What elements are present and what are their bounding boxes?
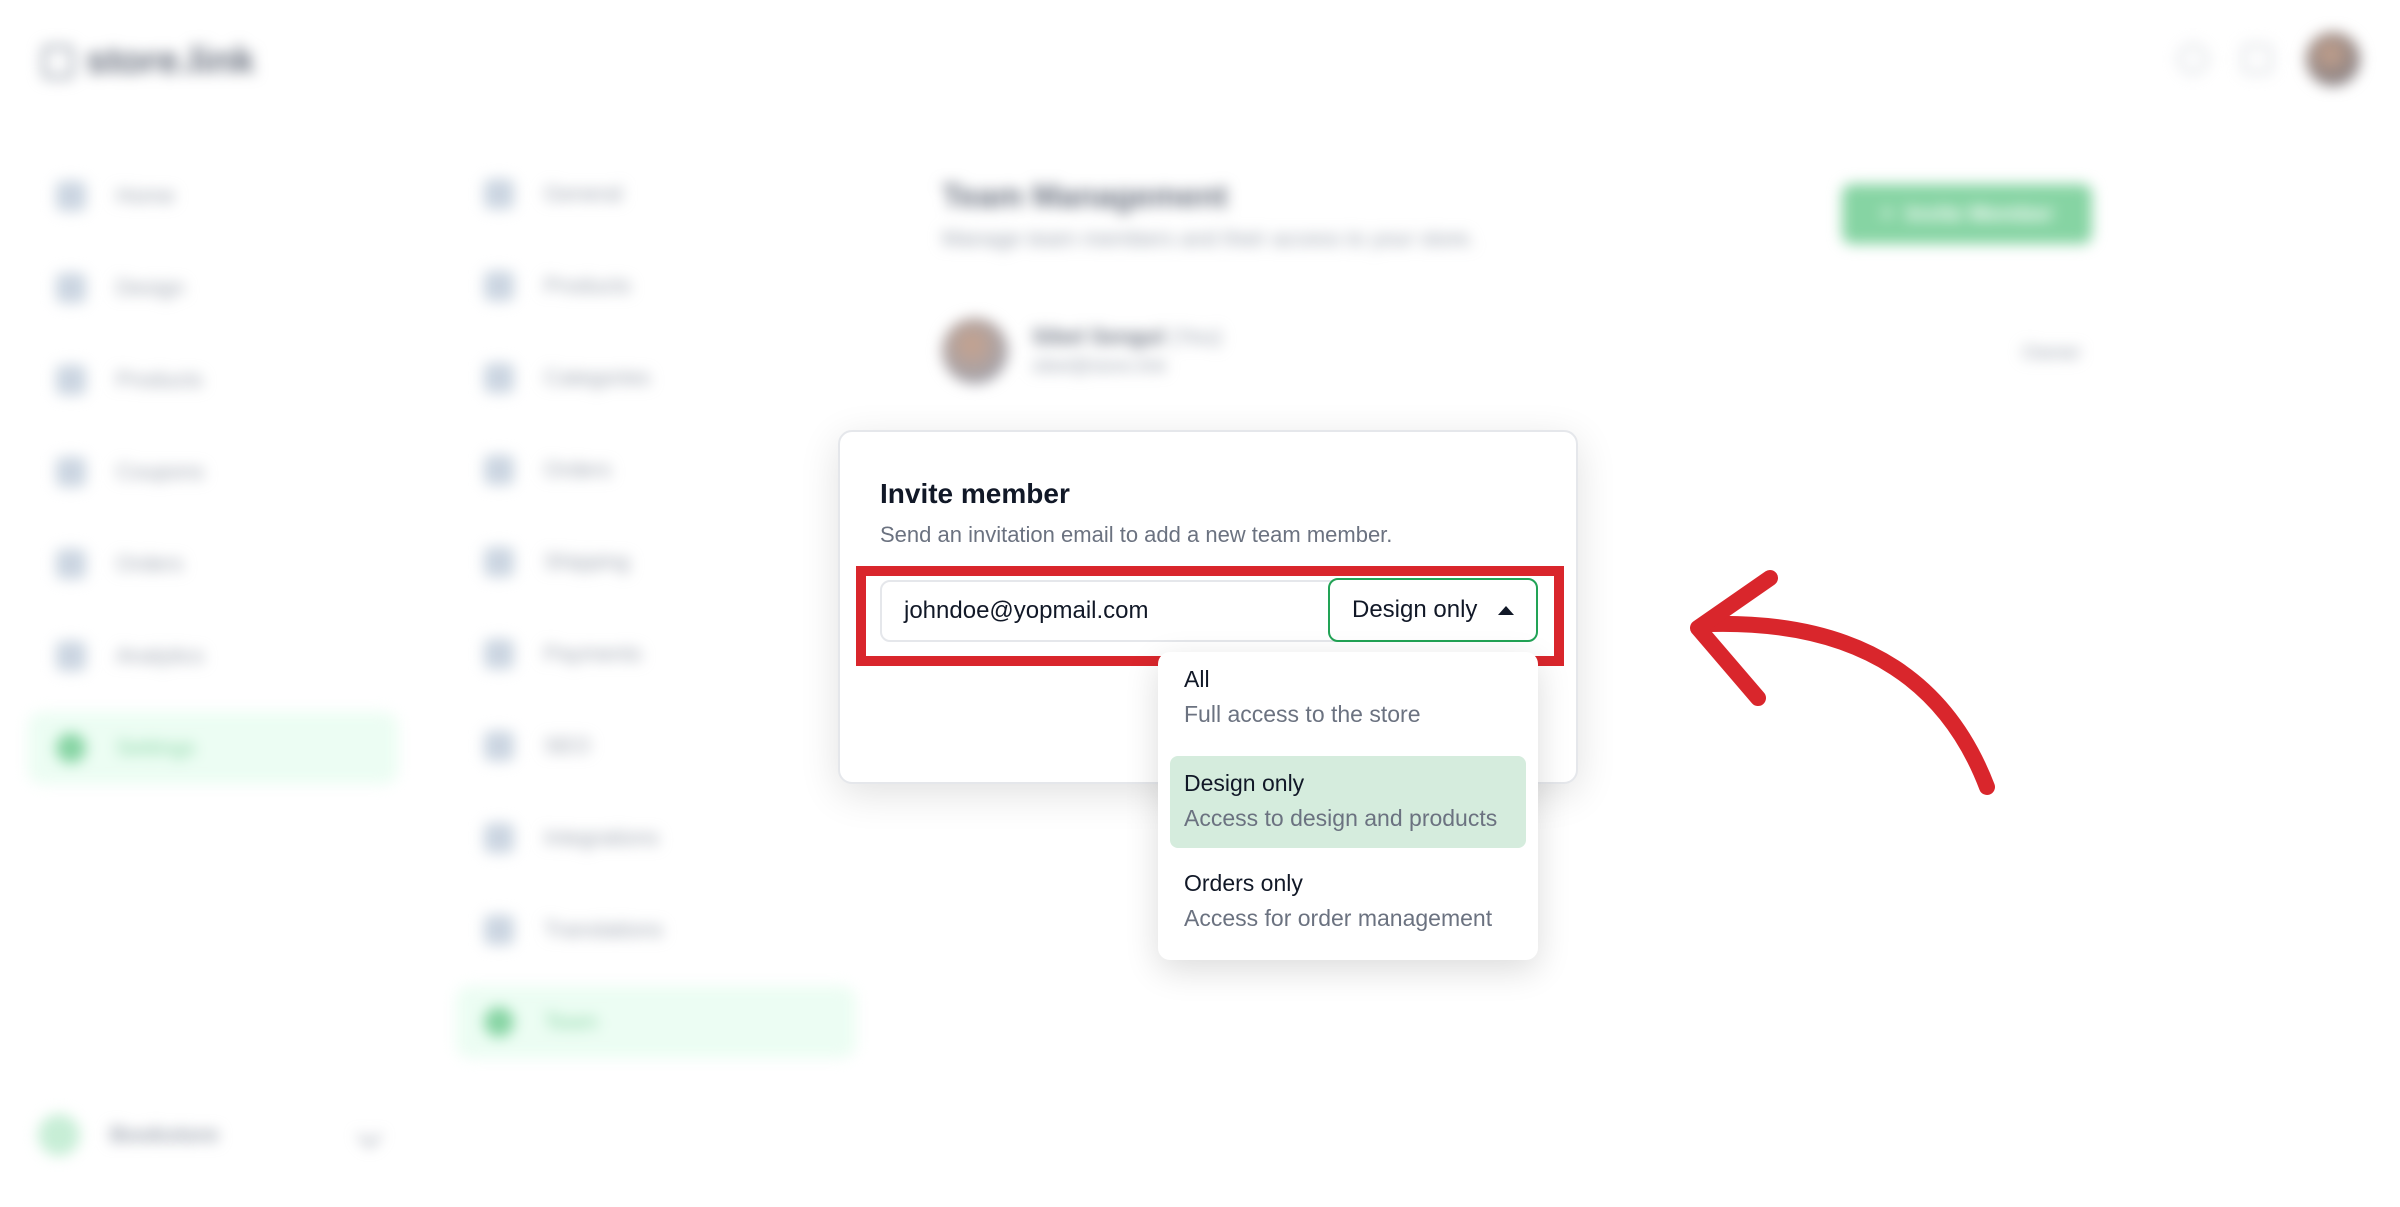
gear-icon xyxy=(56,733,86,763)
annotation-arrow-icon xyxy=(1690,570,1995,795)
chart-icon xyxy=(56,641,86,671)
settings-item-general[interactable]: General xyxy=(456,158,856,230)
card-icon xyxy=(484,639,514,669)
settings-item-payments[interactable]: Payments xyxy=(456,618,856,690)
store-icon xyxy=(38,1114,80,1156)
sidebar-item-label: Settings xyxy=(116,735,196,760)
role-dropdown-menu: All Full access to the store Design only… xyxy=(1158,652,1538,960)
option-description: Access to design and products xyxy=(1184,805,1498,831)
plus-icon: + xyxy=(1880,201,1894,226)
option-description: Full access to the store xyxy=(1184,701,1421,727)
mail-icon[interactable] xyxy=(2242,44,2272,74)
settings-item-label: Products xyxy=(544,273,631,298)
bag-icon xyxy=(42,44,74,79)
settings-item-translations[interactable]: Translations xyxy=(456,894,856,966)
help-icon[interactable] xyxy=(2178,44,2208,74)
page-subtitle: Manage team members and their access to … xyxy=(942,226,1476,251)
user-avatar[interactable] xyxy=(2306,32,2360,86)
settings-item-label: Categories xyxy=(544,365,651,390)
translate-icon xyxy=(484,915,514,945)
option-label: All xyxy=(1184,666,1210,692)
modal-subtitle: Send an invitation email to add a new te… xyxy=(880,522,1393,547)
settings-item-integrations[interactable]: Integrations xyxy=(456,802,856,874)
settings-item-orders[interactable]: Orders xyxy=(456,434,856,506)
sidebar-item-label: Design xyxy=(116,275,185,300)
member-name-line: Sibel Sengul (You) xyxy=(1032,324,1222,350)
option-description: Access for order management xyxy=(1184,905,1493,931)
logo-text: store.link xyxy=(86,40,255,82)
settings-item-label: Shipping xyxy=(544,549,630,574)
settings-item-label: General xyxy=(544,181,623,206)
role-option-orders-only[interactable]: Orders only Access for order management xyxy=(1170,856,1526,948)
sidebar-item-settings[interactable]: Settings xyxy=(28,712,398,784)
settings-sidebar: General Products Categories Orders Shipp… xyxy=(456,158,856,1078)
store-switcher[interactable]: Bookstore xyxy=(38,1114,382,1156)
sidebar-item-design[interactable]: Design xyxy=(28,252,398,324)
settings-item-label: Team xyxy=(544,1009,598,1034)
sidebar-item-orders[interactable]: Orders xyxy=(28,528,398,600)
main-sidebar: Home Design Products Coupons Orders Anal… xyxy=(28,160,398,804)
app-logo[interactable]: store.link xyxy=(42,40,255,83)
globe-icon xyxy=(484,731,514,761)
sidebar-item-label: Analytics xyxy=(116,643,205,668)
sidebar-item-analytics[interactable]: Analytics xyxy=(28,620,398,692)
role-option-all[interactable]: All Full access to the store xyxy=(1170,652,1526,744)
settings-item-label: Translations xyxy=(544,917,664,942)
member-you-tag: (You) xyxy=(1170,324,1222,349)
settings-item-products[interactable]: Products xyxy=(456,250,856,322)
box-icon xyxy=(56,365,86,395)
invite-member-label: Invite Member xyxy=(1905,201,2054,226)
team-member-row: Sibel Sengul (You) sibel@store.link xyxy=(942,318,1222,384)
sidebar-item-home[interactable]: Home xyxy=(28,160,398,232)
sidebar-item-label: Home xyxy=(116,183,175,208)
member-avatar xyxy=(942,318,1008,384)
member-role: Owner xyxy=(2022,342,2081,364)
settings-item-team[interactable]: Team xyxy=(456,986,856,1058)
top-right-actions xyxy=(2178,32,2360,86)
settings-item-categories[interactable]: Categories xyxy=(456,342,856,414)
cart-icon xyxy=(56,549,86,579)
tag-icon xyxy=(56,457,86,487)
truck-icon xyxy=(484,547,514,577)
sidebar-item-label: Orders xyxy=(116,551,184,576)
sidebar-item-products[interactable]: Products xyxy=(28,344,398,416)
monitor-icon xyxy=(484,179,514,209)
settings-item-seo[interactable]: SEO xyxy=(456,710,856,782)
sidebar-item-label: Products xyxy=(116,367,203,392)
home-icon xyxy=(56,181,86,211)
calendar-icon xyxy=(484,271,514,301)
option-label: Orders only xyxy=(1184,870,1303,896)
settings-item-label: Integrations xyxy=(544,825,659,850)
sidebar-item-coupons[interactable]: Coupons xyxy=(28,436,398,508)
settings-item-label: Orders xyxy=(544,457,612,482)
team-icon xyxy=(484,1007,514,1037)
store-name: Bookstore xyxy=(110,1122,219,1147)
settings-item-shipping[interactable]: Shipping xyxy=(456,526,856,598)
role-option-design-only[interactable]: Design only Access to design and product… xyxy=(1170,756,1526,848)
invite-member-button[interactable]: + Invite Member xyxy=(1842,184,2092,244)
settings-item-label: SEO xyxy=(544,733,591,758)
member-name: Sibel Sengul xyxy=(1032,324,1165,349)
sidebar-item-label: Coupons xyxy=(116,459,205,484)
shapes-icon xyxy=(484,363,514,393)
list-icon xyxy=(484,455,514,485)
annotation-highlight-box xyxy=(856,566,1564,666)
option-label: Design only xyxy=(1184,770,1305,796)
settings-item-label: Payments xyxy=(544,641,642,666)
chevron-down-icon xyxy=(357,1122,382,1148)
design-icon xyxy=(56,273,86,303)
member-email: sibel@store.link xyxy=(1032,356,1167,377)
modal-title: Invite member xyxy=(880,478,1070,509)
page-title: Team Management xyxy=(942,178,1228,214)
link-icon xyxy=(484,823,514,853)
